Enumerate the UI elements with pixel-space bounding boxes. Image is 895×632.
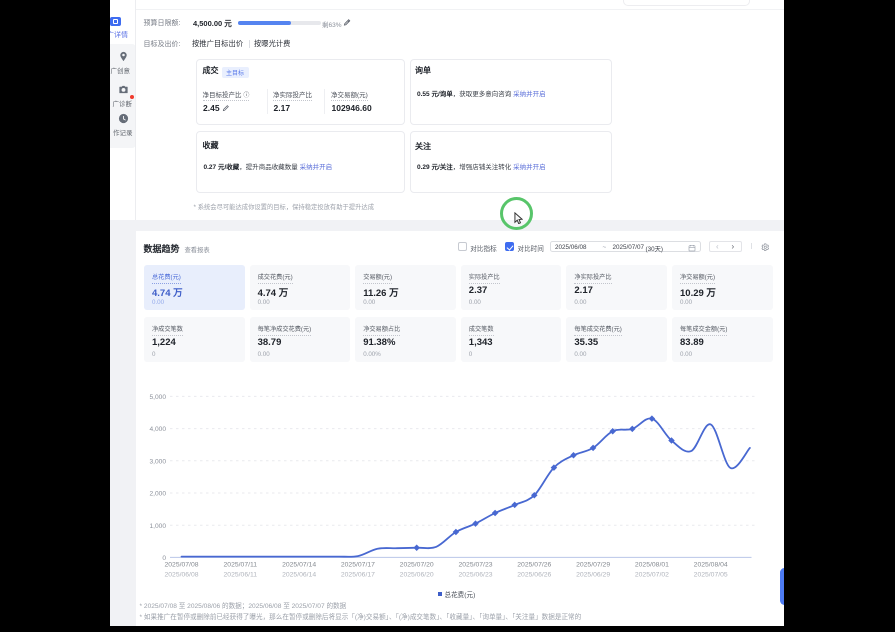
svg-text:4,000: 4,000: [149, 426, 166, 433]
svg-text:2025/07/05: 2025/07/05: [693, 572, 727, 579]
svg-text:2025/07/17: 2025/07/17: [340, 562, 374, 569]
svg-text:2025/07/08: 2025/07/08: [164, 562, 198, 569]
svg-text:2025/06/20: 2025/06/20: [399, 572, 433, 579]
svg-text:2025/07/14: 2025/07/14: [282, 562, 316, 569]
svg-text:2025/07/23: 2025/07/23: [458, 562, 492, 569]
svg-text:2025/07/26: 2025/07/26: [517, 562, 551, 569]
svg-text:2025/06/08: 2025/06/08: [164, 572, 198, 579]
svg-text:2025/07/20: 2025/07/20: [399, 562, 433, 569]
svg-text:2,000: 2,000: [149, 491, 166, 498]
svg-text:2025/08/01: 2025/08/01: [634, 562, 668, 569]
svg-text:2025/06/23: 2025/06/23: [458, 572, 492, 579]
svg-text:2025/06/11: 2025/06/11: [223, 572, 257, 579]
svg-text:2025/06/17: 2025/06/17: [340, 572, 374, 579]
svg-text:5,000: 5,000: [149, 394, 166, 401]
svg-text:2025/06/14: 2025/06/14: [282, 572, 316, 579]
svg-text:2025/07/11: 2025/07/11: [223, 562, 257, 569]
svg-text:2025/07/02: 2025/07/02: [634, 572, 668, 579]
svg-text:3,000: 3,000: [149, 458, 166, 465]
svg-text:2025/06/29: 2025/06/29: [576, 572, 610, 579]
svg-text:2025/06/26: 2025/06/26: [517, 572, 551, 579]
svg-text:1,000: 1,000: [149, 523, 166, 530]
svg-text:2025/07/29: 2025/07/29: [576, 562, 610, 569]
svg-text:2025/08/04: 2025/08/04: [693, 562, 727, 569]
